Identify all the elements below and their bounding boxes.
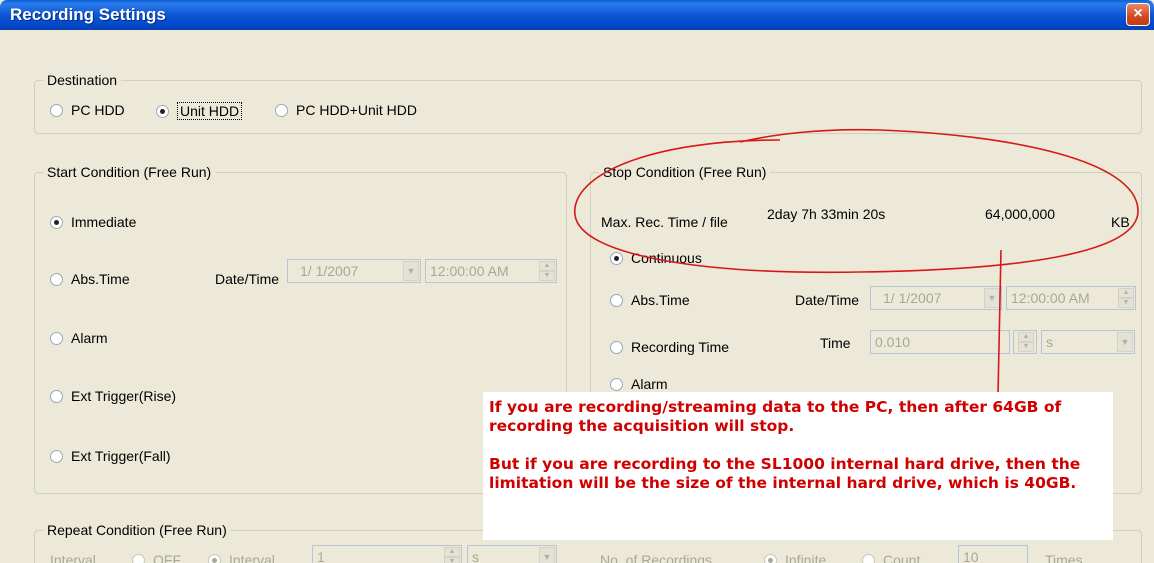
radio-label: PC HDD — [71, 102, 125, 118]
interval-unit-select[interactable]: s ▼ — [467, 545, 557, 563]
radio-label: Alarm — [71, 330, 108, 346]
radio-start-ext-fall[interactable]: Ext Trigger(Fall) — [50, 448, 171, 464]
interval-unit-value: s — [472, 549, 479, 563]
radio-repeat-infinite[interactable]: Infinite — [764, 552, 826, 563]
start-date-field[interactable]: 1/ 1/2007 ▼ — [287, 259, 421, 283]
chevron-down-icon[interactable]: ▼ — [1117, 332, 1133, 352]
interval-value-text: 1 — [317, 549, 325, 563]
radio-pc-unit-hdd[interactable]: PC HDD+Unit HDD — [275, 102, 417, 118]
max-size-field: 64,000,000 — [980, 202, 1102, 226]
stop-time-value-text: 0.010 — [875, 334, 911, 350]
max-size-value: 64,000,000 — [985, 206, 1056, 222]
close-icon: × — [1133, 5, 1143, 22]
radio-dot-icon — [610, 340, 623, 354]
radio-pc-hdd[interactable]: PC HDD — [50, 102, 125, 118]
radio-label: Recording Time — [631, 339, 730, 355]
annotation-callout: If you are recording/streaming data to t… — [483, 392, 1113, 540]
stop-time-value-field[interactable]: 0.010 — [870, 330, 1010, 354]
stop-date-field[interactable]: 1/ 1/2007 ▼ — [870, 286, 1002, 310]
radio-dot-icon — [50, 103, 63, 117]
spin-buttons-icon[interactable]: ▲ ▼ — [539, 261, 555, 281]
radio-dot-icon — [610, 293, 623, 307]
start-condition-legend: Start Condition (Free Run) — [43, 164, 216, 180]
radio-label: Abs.Time — [71, 271, 130, 287]
radio-start-abs-time[interactable]: Abs.Time — [50, 271, 130, 287]
stop-time-field[interactable]: 12:00:00 AM ▲ ▼ — [1006, 286, 1136, 310]
max-rec-time-value: 2day 7h 33min 20s — [767, 206, 886, 222]
radio-dot-icon — [275, 103, 288, 117]
radio-label: Ext Trigger(Rise) — [71, 388, 177, 404]
chevron-down-icon[interactable]: ▼ — [539, 547, 555, 563]
radio-dot-selected-icon — [764, 553, 777, 563]
radio-label: PC HDD+Unit HDD — [296, 102, 417, 118]
close-button[interactable]: × — [1126, 3, 1150, 26]
max-rec-time-label: Max. Rec. Time / file — [601, 214, 728, 230]
annotation-paragraph-2: But if you are recording to the SL1000 i… — [489, 455, 1081, 492]
radio-unit-hdd[interactable]: Unit HDD — [156, 102, 243, 120]
window-title: Recording Settings — [10, 5, 166, 24]
radio-stop-abs-time[interactable]: Abs.Time — [610, 292, 690, 308]
chevron-down-icon[interactable]: ▼ — [403, 261, 419, 281]
count-value-text: 10 — [963, 549, 979, 563]
radio-start-ext-rise[interactable]: Ext Trigger(Rise) — [50, 388, 176, 404]
radio-dot-icon — [862, 553, 875, 563]
radio-repeat-off[interactable]: OFF — [132, 552, 181, 563]
title-bar: Recording Settings × — [0, 0, 1154, 30]
radio-label: Alarm — [631, 376, 668, 392]
radio-label: Abs.Time — [631, 292, 690, 308]
radio-label: Unit HDD — [177, 102, 243, 120]
radio-dot-selected-icon — [50, 215, 63, 229]
radio-repeat-interval[interactable]: Interval — [208, 552, 275, 563]
radio-dot-selected-icon — [156, 104, 169, 118]
times-label: Times — [1045, 552, 1083, 563]
radio-label: Infinite — [785, 552, 827, 563]
stop-date-time-label: Date/Time — [795, 292, 860, 308]
radio-label: Ext Trigger(Fall) — [71, 448, 171, 464]
radio-repeat-count[interactable]: Count — [862, 552, 920, 563]
stop-time-spin-field[interactable]: ▲ ▼ — [1013, 330, 1037, 354]
stop-condition-legend: Stop Condition (Free Run) — [599, 164, 771, 180]
radio-stop-recording-time[interactable]: Recording Time — [610, 339, 729, 355]
start-date-value: 1/ 1/2007 — [300, 263, 359, 279]
radio-stop-alarm[interactable]: Alarm — [610, 376, 668, 392]
num-recordings-label: No. of Recordings — [600, 552, 713, 563]
radio-label: Count — [883, 552, 921, 563]
radio-dot-icon — [610, 377, 623, 391]
start-time-field[interactable]: 12:00:00 AM ▲ ▼ — [425, 259, 557, 283]
destination-legend: Destination — [43, 72, 122, 88]
interval-value-field[interactable]: 1 ▲ ▼ — [312, 545, 462, 563]
interval-label: Interval — [50, 552, 96, 563]
radio-label: Interval — [229, 552, 275, 563]
spin-buttons-icon[interactable]: ▲ ▼ — [1018, 332, 1034, 352]
chevron-down-icon[interactable]: ▼ — [984, 288, 1000, 308]
size-unit-label: KB — [1111, 214, 1130, 230]
spin-buttons-icon[interactable]: ▲ ▼ — [1118, 288, 1134, 308]
radio-label: Continuous — [631, 250, 702, 266]
radio-label: OFF — [153, 552, 181, 563]
spin-buttons-icon[interactable]: ▲ ▼ — [444, 547, 460, 563]
count-value-field[interactable]: 10 — [958, 545, 1028, 563]
stop-time-value: 12:00:00 AM — [1011, 290, 1090, 306]
radio-label: Immediate — [71, 214, 137, 230]
radio-dot-icon — [50, 331, 63, 345]
radio-dot-icon — [50, 272, 63, 286]
stop-time-unit-value: s — [1046, 334, 1053, 350]
radio-dot-icon — [50, 389, 63, 403]
radio-start-alarm[interactable]: Alarm — [50, 330, 108, 346]
stop-time-unit-select[interactable]: s ▼ — [1041, 330, 1135, 354]
repeat-condition-legend: Repeat Condition (Free Run) — [43, 522, 231, 538]
radio-dot-icon — [132, 553, 145, 563]
radio-dot-selected-icon — [610, 251, 623, 265]
radio-start-immediate[interactable]: Immediate — [50, 214, 136, 230]
stop-date-value: 1/ 1/2007 — [883, 290, 942, 306]
start-date-time-label: Date/Time — [215, 271, 280, 287]
radio-dot-icon — [50, 449, 63, 463]
annotation-paragraph-1: If you are recording/streaming data to t… — [489, 398, 1062, 435]
stop-time-label: Time — [820, 335, 851, 351]
start-time-value: 12:00:00 AM — [430, 263, 509, 279]
radio-stop-continuous[interactable]: Continuous — [610, 250, 702, 266]
max-rec-time-field: 2day 7h 33min 20s — [762, 202, 978, 226]
radio-dot-selected-icon — [208, 553, 221, 563]
